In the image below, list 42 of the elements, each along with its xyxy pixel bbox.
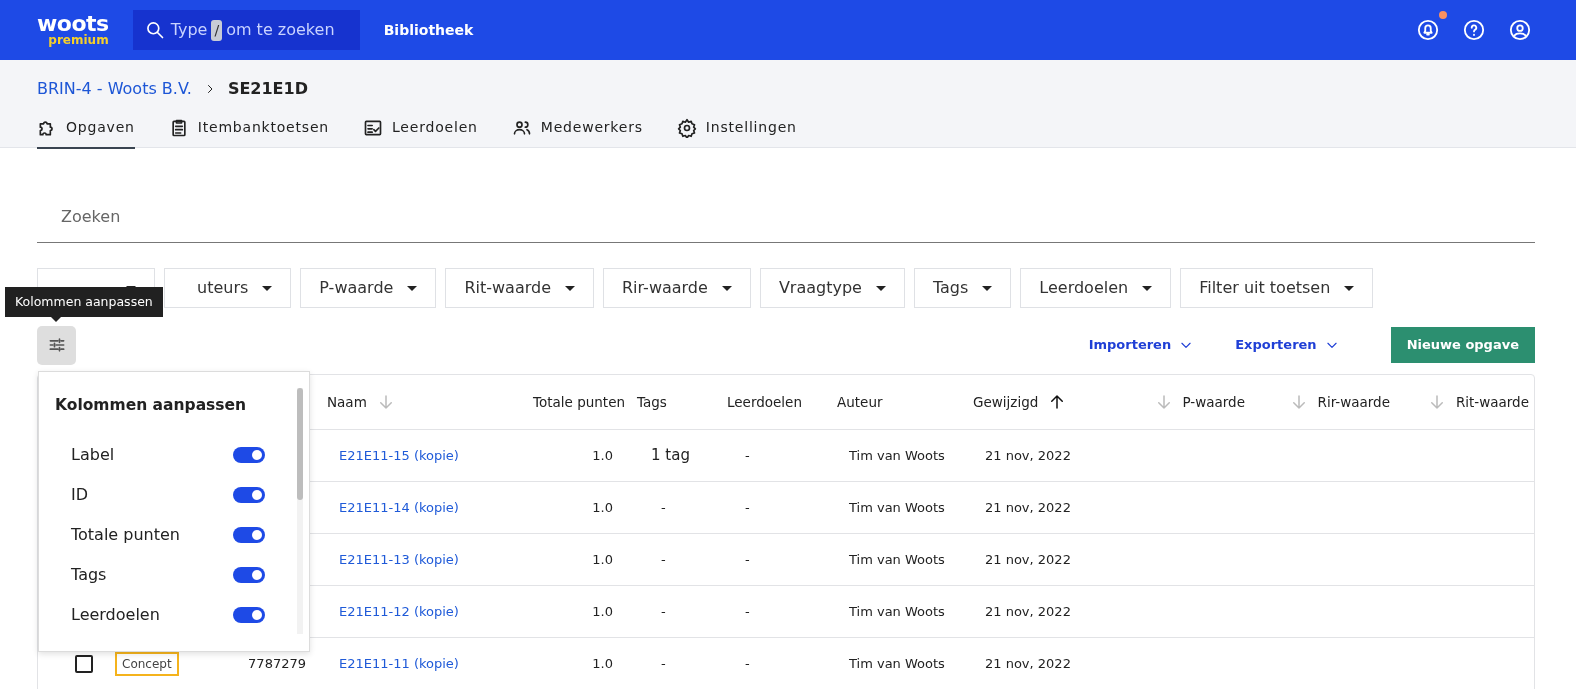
logo-subtitle: premium: [47, 34, 109, 46]
column-header: Auteur: [837, 392, 883, 412]
column-label: ID: [71, 484, 89, 507]
column-label: Totale punten: [71, 524, 180, 547]
status-tag: Concept: [115, 651, 179, 676]
shortcut-key: /: [211, 19, 223, 41]
table-cell-text: Tim van Woots: [849, 498, 945, 517]
column-label: Leerdoelen: [71, 604, 160, 627]
table-cell-text: -: [660, 602, 666, 621]
table-cell-text: -: [660, 550, 666, 569]
table-cell-text: 1.0: [592, 602, 613, 621]
table-cell-text: -: [745, 550, 750, 569]
table-cell-text: -: [745, 602, 750, 621]
table-cell-text: Tim van Woots: [849, 446, 945, 465]
search-hint: Type: [170, 19, 208, 41]
column-label: Label: [71, 444, 115, 467]
table-cell-text: -: [660, 498, 666, 517]
table-cell-text: Tim van Woots: [849, 654, 945, 673]
breadcrumb-current: SE21E1D: [227, 78, 308, 100]
table-cell-text: 1 tag: [651, 445, 690, 467]
menu-title: Kolommen aanpassen: [55, 395, 248, 416]
table-cell-text: 21 nov, 2022: [985, 498, 1071, 517]
table-cell-text: 1.0: [592, 550, 613, 569]
table-cell-text: Tim van Woots: [849, 550, 945, 569]
table-cell-text: 21 nov, 2022: [985, 602, 1071, 621]
table-cell-text: -: [745, 654, 750, 673]
column-label: Tags: [71, 564, 107, 587]
table-cell-text: 1.0: [592, 654, 613, 673]
column-header: Totale punten: [533, 392, 625, 412]
search-hint: om te zoeken: [226, 19, 335, 41]
table-cell-text: 21 nov, 2022: [985, 654, 1071, 673]
table-cell-text: 1.0: [592, 498, 613, 517]
table-cell-text: 21 nov, 2022: [985, 550, 1071, 569]
table-cell-text: Tim van Woots: [849, 602, 945, 621]
column-header: Leerdoelen: [727, 392, 802, 412]
table-cell-text: -: [745, 446, 750, 465]
table-cell-text: -: [660, 654, 666, 673]
table-cell-text: 1.0: [592, 446, 613, 465]
table-cell-text: -: [745, 498, 750, 517]
column-header: Tags: [637, 392, 667, 412]
table-cell-text: 21 nov, 2022: [985, 446, 1071, 465]
table-cell-text: 7787279: [248, 654, 306, 673]
